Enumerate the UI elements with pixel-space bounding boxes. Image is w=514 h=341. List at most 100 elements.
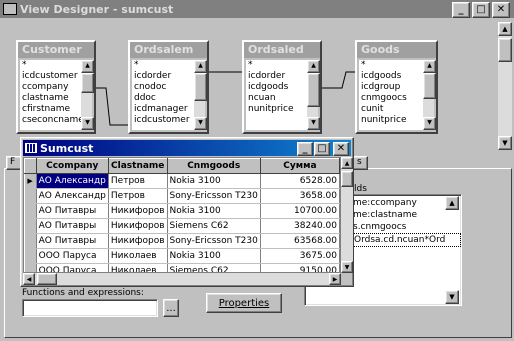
field-item[interactable]: ddoc: [134, 93, 194, 104]
column-header[interactable]: Ccompany: [35, 158, 109, 174]
scroll-thumb[interactable]: [37, 273, 57, 285]
table-row[interactable]: АО Александр Петров Sony-Ericsson T230 3658…: [24, 188, 340, 204]
scroll-up-icon[interactable]: ▲: [498, 22, 512, 36]
table-cell[interactable]: АО Александр: [36, 188, 109, 204]
grid-vscrollbar[interactable]: ▲ ▼: [341, 157, 353, 273]
field-item[interactable]: clastname: [22, 93, 81, 104]
scroll-up-icon[interactable]: ▲: [341, 157, 353, 169]
scroll-down-icon[interactable]: ▼: [423, 117, 436, 130]
scroll-down-icon[interactable]: ▼: [445, 290, 459, 304]
table-cell[interactable]: 3675.00: [260, 248, 340, 264]
table-row[interactable]: АО Питавры Никифоров Siemens C62 38240.00: [24, 218, 340, 234]
field-item[interactable]: *: [22, 60, 81, 71]
field-list[interactable]: * icdgoods icdgroup cnmgoocs cunit nunit…: [359, 60, 423, 130]
row-header[interactable]: [24, 203, 37, 219]
table-cell[interactable]: Sony-Ericsson T230: [167, 188, 261, 204]
field-scrollbar[interactable]: ▲ ▼: [194, 60, 207, 130]
table-cell[interactable]: Nokia 3100: [167, 173, 261, 189]
scroll-down-icon[interactable]: ▼: [498, 136, 512, 150]
field-item[interactable]: icdcustomer: [22, 71, 81, 82]
field-item[interactable]: icdorder: [134, 71, 194, 82]
field-item[interactable]: icdgoods: [248, 82, 307, 93]
table-cell[interactable]: Никифоров: [108, 203, 168, 219]
column-header[interactable]: Сумма: [259, 158, 340, 174]
row-header[interactable]: [24, 248, 37, 264]
scroll-thumb[interactable]: [423, 73, 436, 99]
scroll-up-icon[interactable]: ▲: [423, 60, 436, 73]
properties-button[interactable]: Properties: [206, 293, 282, 313]
field-item[interactable]: nunitprice: [248, 104, 307, 115]
field-item[interactable]: icdgoods: [361, 71, 423, 82]
table-cell[interactable]: Никифоров: [108, 233, 168, 249]
table-cell[interactable]: Siemens C62: [167, 263, 261, 272]
scroll-thumb[interactable]: [341, 171, 353, 187]
table-cell[interactable]: 3658.00: [260, 188, 340, 204]
table-box-ordsalem[interactable]: Ordsalem * icdorder cnodoc ddoc icdmanag…: [128, 40, 209, 134]
field-item[interactable]: cfirstname: [22, 104, 81, 115]
table-cell[interactable]: АО Питавры: [36, 203, 109, 219]
table-box-goods[interactable]: Goods * icdgoods icdgroup cnmgoocs cunit…: [355, 40, 438, 134]
field-item[interactable]: ccompany: [22, 82, 81, 93]
maximize-button[interactable]: □: [314, 142, 330, 156]
row-header[interactable]: [24, 188, 37, 204]
field-item[interactable]: ncuan: [248, 93, 307, 104]
field-item[interactable]: icdorder: [248, 71, 307, 82]
scroll-down-icon[interactable]: ▼: [194, 117, 207, 130]
table-row[interactable]: АО Питавры Никифоров Sony-Ericsson T230 635…: [24, 233, 340, 249]
table-row[interactable]: АО Питавры Никифоров Nokia 3100 10700.00: [24, 203, 340, 219]
table-cell[interactable]: АО Питавры: [36, 218, 109, 234]
field-scrollbar[interactable]: ▲ ▼: [81, 60, 94, 130]
selected-field-item[interactable]: me:clastname: [353, 209, 461, 221]
grid-hscrollbar[interactable]: ◀ ▶: [23, 273, 341, 285]
field-list[interactable]: * icdcustomer ccompany clastname cfirstn…: [20, 60, 81, 130]
scroll-thumb[interactable]: [194, 73, 207, 101]
column-header[interactable]: Cnmgoods: [166, 158, 261, 174]
field-item[interactable]: cseconcname: [22, 115, 81, 126]
table-cell[interactable]: Sony-Ericsson T230: [167, 233, 261, 249]
table-cell[interactable]: Николаев: [108, 263, 168, 272]
field-item[interactable]: cnmgoocs: [361, 93, 423, 104]
table-title[interactable]: Ordsaled: [244, 42, 320, 58]
field-item[interactable]: cnodoc: [134, 82, 194, 93]
table-cell[interactable]: АО Александр: [36, 173, 109, 189]
column-header[interactable]: Clastname: [107, 158, 168, 174]
field-item[interactable]: *: [248, 60, 307, 71]
table-cell[interactable]: 38240.00: [260, 218, 340, 234]
table-box-ordsaled[interactable]: Ordsaled * icdorder icdgoods ncuan nunit…: [242, 40, 322, 134]
expressions-input[interactable]: [22, 299, 158, 317]
table-cell[interactable]: Siemens C62: [167, 218, 261, 234]
table-row[interactable]: ООО Паруса Николаев Siemens C62 9150.00: [24, 263, 340, 272]
scroll-down-icon[interactable]: ▼: [81, 117, 94, 130]
tab-s[interactable]: s: [352, 156, 368, 170]
selected-field-item[interactable]: Ordsa.cd.ncuan*Ord: [353, 233, 461, 247]
table-cell[interactable]: ООО Паруса: [36, 248, 109, 264]
field-item[interactable]: *: [361, 60, 423, 71]
scroll-down-icon[interactable]: ▼: [307, 117, 320, 130]
row-header[interactable]: [24, 218, 37, 234]
table-cell[interactable]: ООО Паруса: [36, 263, 109, 272]
result-grid[interactable]: Ccompany Clastname Cnmgoods Сумма ▶ АО Ал…: [23, 157, 341, 273]
table-cell[interactable]: Петров: [108, 173, 168, 189]
field-scrollbar[interactable]: ▲ ▼: [423, 60, 436, 130]
table-cell[interactable]: Nokia 3100: [167, 248, 261, 264]
table-cell[interactable]: 6528.00: [260, 173, 340, 189]
table-row[interactable]: ▶ АО Александр Петров Nokia 3100 6528.00: [24, 173, 340, 189]
scroll-right-icon[interactable]: ▶: [329, 273, 341, 285]
scroll-down-icon[interactable]: ▼: [341, 261, 353, 273]
selected-field-item[interactable]: s.cnmgoocs: [353, 221, 461, 233]
table-cell[interactable]: 10700.00: [260, 203, 340, 219]
ellipsis-button[interactable]: ...: [163, 299, 179, 317]
scroll-left-icon[interactable]: ◀: [23, 273, 35, 285]
table-row[interactable]: ООО Паруса Николаев Nokia 3100 3675.00: [24, 248, 340, 264]
row-header[interactable]: [24, 263, 37, 272]
scroll-up-icon[interactable]: ▲: [307, 60, 320, 73]
table-title[interactable]: Customer: [18, 42, 94, 58]
field-item[interactable]: cunit: [361, 104, 423, 115]
scroll-thumb[interactable]: [307, 73, 320, 107]
table-title[interactable]: Ordsalem: [130, 42, 207, 58]
table-cell[interactable]: Николаев: [108, 248, 168, 264]
table-cell[interactable]: АО Питавры: [36, 233, 109, 249]
field-item[interactable]: *: [134, 60, 194, 71]
field-scrollbar[interactable]: ▲ ▼: [307, 60, 320, 130]
table-box-customer[interactable]: Customer * icdcustomer ccompany clastnam…: [16, 40, 96, 134]
